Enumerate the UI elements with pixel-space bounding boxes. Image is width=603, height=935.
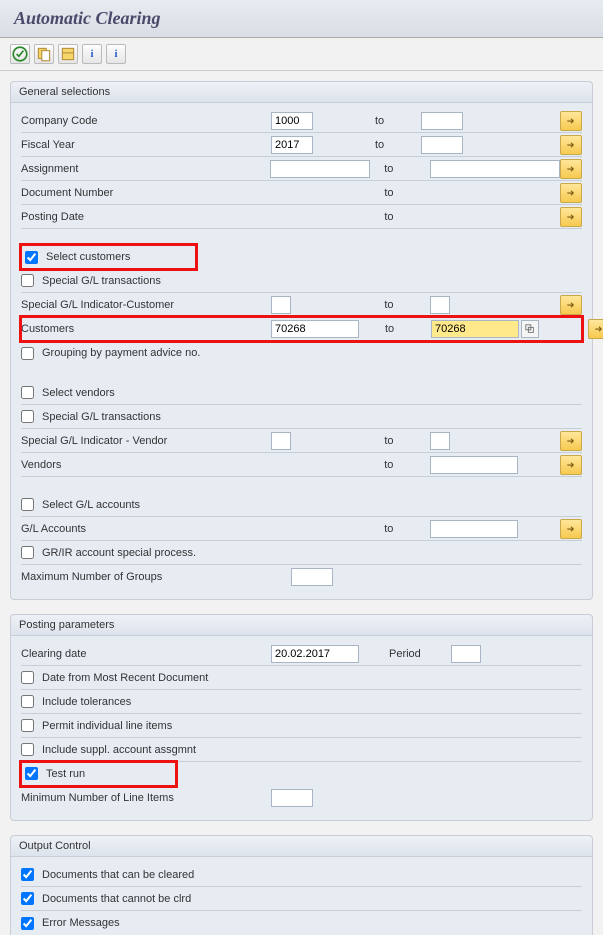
to-label: to xyxy=(370,459,430,471)
select-vendors-checkbox[interactable] xyxy=(21,386,34,399)
page-title: Automatic Clearing xyxy=(14,8,589,29)
to-label: to xyxy=(370,211,430,223)
include-suppl-label: Include suppl. account assgmnt xyxy=(42,744,196,756)
permit-individual-label: Permit individual line items xyxy=(42,720,172,732)
sgl-ind-cust-from[interactable] xyxy=(271,296,291,314)
doc-can-clear-checkbox[interactable] xyxy=(21,868,34,881)
fiscal-year-label: Fiscal Year xyxy=(21,139,75,151)
to-label: to xyxy=(370,163,430,175)
multiple-selection-button[interactable] xyxy=(560,455,582,475)
group-title: General selections xyxy=(11,82,592,103)
min-line-items-input[interactable] xyxy=(271,789,313,807)
sgl-trans-cust-label: Special G/L transactions xyxy=(42,275,161,287)
error-msgs-checkbox[interactable] xyxy=(21,917,34,930)
to-label: to xyxy=(370,435,430,447)
info-icon[interactable]: i xyxy=(82,44,102,64)
customers-from[interactable] xyxy=(271,320,359,338)
clearing-date-label: Clearing date xyxy=(21,648,86,660)
sgl-trans-cust-checkbox[interactable] xyxy=(21,274,34,287)
grouping-label: Grouping by payment advice no. xyxy=(42,347,200,359)
assignment-label: Assignment xyxy=(21,163,78,175)
to-label: to xyxy=(361,115,421,127)
to-label: to xyxy=(370,187,430,199)
to-label: to xyxy=(370,299,430,311)
multiple-selection-button[interactable] xyxy=(560,295,582,315)
period-label: Period xyxy=(389,648,421,660)
doc-can-clear-label: Documents that can be cleared xyxy=(42,869,194,881)
include-tolerances-checkbox[interactable] xyxy=(21,695,34,708)
vendors-label: Vendors xyxy=(21,459,61,471)
sgl-trans-vend-checkbox[interactable] xyxy=(21,410,34,423)
save-variant-icon[interactable] xyxy=(58,44,78,64)
multiple-selection-button[interactable] xyxy=(560,111,582,131)
include-tolerances-label: Include tolerances xyxy=(42,696,131,708)
fiscal-year-from[interactable] xyxy=(271,136,313,154)
date-most-recent-label: Date from Most Recent Document xyxy=(42,672,208,684)
test-run-label: Test run xyxy=(46,768,85,780)
multiple-selection-button[interactable] xyxy=(560,159,582,179)
customers-to[interactable] xyxy=(431,320,519,338)
multiple-selection-button[interactable] xyxy=(560,207,582,227)
company-code-label: Company Code xyxy=(21,115,97,127)
posting-date-label: Posting Date xyxy=(21,211,84,223)
to-label: to xyxy=(371,323,431,335)
gl-accounts-label: G/L Accounts xyxy=(21,523,86,535)
sgl-ind-cust-label: Special G/L Indicator-Customer xyxy=(21,299,174,311)
multiple-selection-button[interactable] xyxy=(560,183,582,203)
grir-checkbox[interactable] xyxy=(21,546,34,559)
document-number-label: Document Number xyxy=(21,187,113,199)
get-variant-icon[interactable] xyxy=(34,44,54,64)
select-vendors-label: Select vendors xyxy=(42,387,115,399)
posting-parameters-group: Posting parameters Clearing date Period … xyxy=(10,614,593,821)
multiple-selection-button[interactable] xyxy=(560,431,582,451)
date-most-recent-checkbox[interactable] xyxy=(21,671,34,684)
doc-cannot-clear-checkbox[interactable] xyxy=(21,892,34,905)
group-title: Output Control xyxy=(11,836,592,857)
fiscal-year-to[interactable] xyxy=(421,136,463,154)
vendors-to[interactable] xyxy=(430,456,518,474)
toolbar: i i xyxy=(0,38,603,71)
period-input[interactable] xyxy=(451,645,481,663)
assignment-to[interactable] xyxy=(430,160,560,178)
error-msgs-label: Error Messages xyxy=(42,917,120,929)
max-groups-label: Maximum Number of Groups xyxy=(21,571,162,583)
multiple-selection-button[interactable] xyxy=(588,319,603,339)
page-header: Automatic Clearing xyxy=(0,0,603,38)
include-suppl-checkbox[interactable] xyxy=(21,743,34,756)
assignment-from[interactable] xyxy=(270,160,370,178)
select-customers-label: Select customers xyxy=(46,251,130,263)
doc-cannot-clear-label: Documents that cannot be clrd xyxy=(42,893,191,905)
sgl-ind-vend-to[interactable] xyxy=(430,432,450,450)
search-help-icon[interactable] xyxy=(521,320,539,338)
max-groups-input[interactable] xyxy=(291,568,333,586)
select-customers-checkbox[interactable] xyxy=(25,251,38,264)
min-line-items-label: Minimum Number of Line Items xyxy=(21,792,174,804)
gl-accounts-to[interactable] xyxy=(430,520,518,538)
sgl-ind-cust-to[interactable] xyxy=(430,296,450,314)
select-gl-label: Select G/L accounts xyxy=(42,499,140,511)
test-run-checkbox[interactable] xyxy=(25,767,38,780)
multiple-selection-button[interactable] xyxy=(560,519,582,539)
to-label: to xyxy=(370,523,430,535)
multiple-selection-button[interactable] xyxy=(560,135,582,155)
sgl-ind-vend-label: Special G/L Indicator - Vendor xyxy=(21,435,167,447)
customers-label: Customers xyxy=(21,323,74,335)
grir-label: GR/IR account special process. xyxy=(42,547,196,559)
to-label: to xyxy=(361,139,421,151)
group-title: Posting parameters xyxy=(11,615,592,636)
company-code-to[interactable] xyxy=(421,112,463,130)
output-control-group: Output Control Documents that can be cle… xyxy=(10,835,593,935)
info-icon[interactable]: i xyxy=(106,44,126,64)
permit-individual-checkbox[interactable] xyxy=(21,719,34,732)
grouping-checkbox[interactable] xyxy=(21,347,34,360)
sgl-ind-vend-from[interactable] xyxy=(271,432,291,450)
execute-icon[interactable] xyxy=(10,44,30,64)
clearing-date-input[interactable] xyxy=(271,645,359,663)
general-selections-group: General selections Company Code to Fisca… xyxy=(10,81,593,600)
select-gl-checkbox[interactable] xyxy=(21,498,34,511)
company-code-from[interactable] xyxy=(271,112,313,130)
sgl-trans-vend-label: Special G/L transactions xyxy=(42,411,161,423)
